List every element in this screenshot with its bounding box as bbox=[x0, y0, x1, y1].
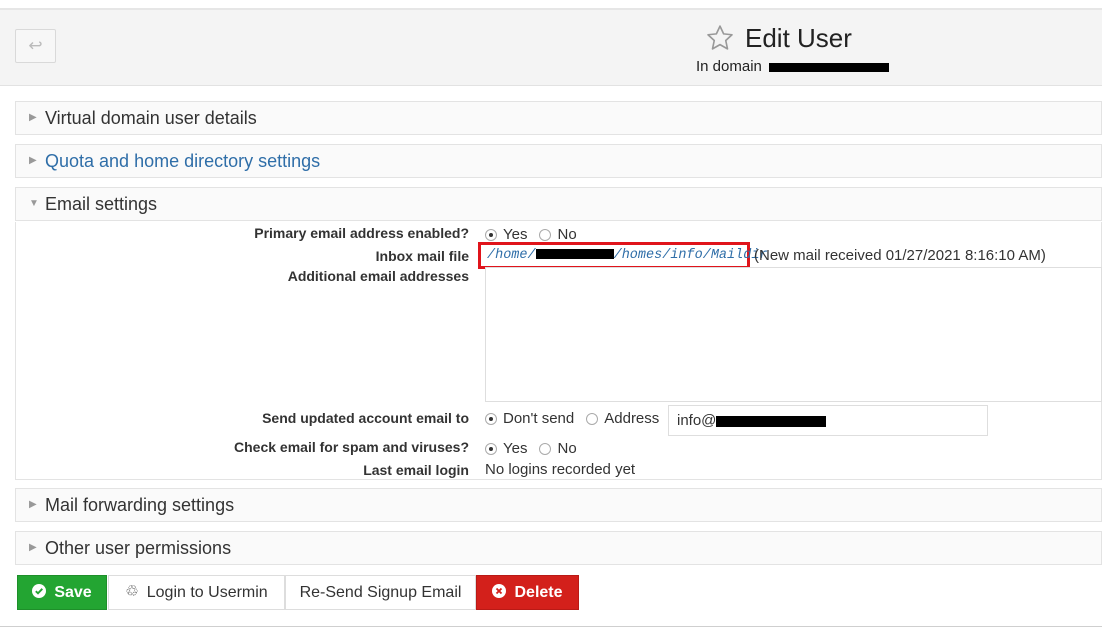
caret-down-icon: ▼ bbox=[29, 198, 39, 209]
section-other-permissions[interactable]: ▶ Other user permissions bbox=[15, 531, 1102, 565]
section-quota-settings[interactable]: ▶ Quota and home directory settings bbox=[15, 144, 1102, 178]
caret-right-icon: ▶ bbox=[29, 112, 37, 123]
address-label[interactable]: Address bbox=[604, 410, 659, 427]
primary-yes-label[interactable]: Yes bbox=[503, 226, 527, 243]
new-mail-note: (New mail received 01/27/2021 8:16:10 AM… bbox=[754, 247, 1046, 264]
section-label: Quota and home directory settings bbox=[45, 151, 321, 171]
check-circle-icon bbox=[32, 584, 47, 599]
send-email-radio-group: Don't send Address bbox=[485, 410, 671, 427]
additional-addresses-textarea[interactable] bbox=[485, 267, 1102, 402]
primary-no-label[interactable]: No bbox=[557, 226, 576, 243]
back-arrow-icon: ↩ bbox=[28, 36, 43, 55]
spam-yes-label[interactable]: Yes bbox=[503, 440, 527, 457]
spam-no-radio[interactable] bbox=[539, 442, 552, 455]
delete-button[interactable]: Delete bbox=[476, 575, 579, 610]
save-button[interactable]: Save bbox=[17, 575, 107, 610]
subtitle-prefix: In domain bbox=[696, 58, 762, 75]
dont-send-label[interactable]: Don't send bbox=[503, 410, 574, 427]
resend-label: Re-Send Signup Email bbox=[299, 584, 462, 601]
star-icon[interactable] bbox=[705, 23, 735, 53]
section-mail-forwarding[interactable]: ▶ Mail forwarding settings bbox=[15, 488, 1102, 522]
dont-send-radio[interactable] bbox=[485, 412, 497, 425]
title-wrap: Edit User bbox=[705, 22, 852, 54]
send-email-label: Send updated account email to bbox=[262, 410, 469, 426]
primary-no-radio[interactable] bbox=[539, 228, 552, 241]
spam-no-label[interactable]: No bbox=[557, 440, 576, 457]
delete-label: Delete bbox=[514, 584, 563, 601]
bottom-divider bbox=[0, 626, 1102, 627]
section-label: Virtual domain user details bbox=[45, 108, 257, 128]
save-label: Save bbox=[54, 584, 92, 601]
spam-yes-radio[interactable] bbox=[485, 442, 497, 455]
usermin-label: Login to Usermin bbox=[146, 584, 268, 601]
redacted-address bbox=[716, 415, 827, 427]
section-label: Email settings bbox=[45, 194, 158, 214]
spam-check-radio-group: Yes No bbox=[485, 440, 589, 457]
address-radio[interactable] bbox=[586, 412, 599, 425]
top-border bbox=[0, 0, 1102, 10]
section-email-settings[interactable]: ▼ Email settings bbox=[15, 187, 1102, 221]
spam-check-label: Check email for spam and viruses? bbox=[234, 439, 469, 455]
domain-subtitle: In domain bbox=[696, 58, 890, 75]
inbox-path-prefix: /home/ bbox=[487, 248, 536, 263]
times-circle-icon bbox=[492, 584, 507, 599]
address-prefix: info@ bbox=[677, 412, 717, 429]
resend-signup-email-button[interactable]: Re-Send Signup Email bbox=[285, 575, 476, 610]
caret-right-icon: ▶ bbox=[29, 155, 37, 166]
caret-right-icon: ▶ bbox=[29, 499, 37, 510]
inbox-mail-file-label: Inbox mail file bbox=[375, 248, 469, 264]
section-label: Mail forwarding settings bbox=[45, 495, 235, 515]
inbox-path-suffix: /homes/info/Maildir bbox=[613, 248, 768, 263]
back-button[interactable]: ↩ bbox=[15, 29, 56, 63]
additional-addresses-label: Additional email addresses bbox=[287, 268, 469, 284]
page-header: ↩ Edit User In domain bbox=[0, 10, 1102, 86]
last-login-value: No logins recorded yet bbox=[485, 461, 636, 478]
primary-email-radio-group: Yes No bbox=[485, 226, 589, 243]
section-label: Other user permissions bbox=[45, 538, 232, 558]
login-usermin-button[interactable]: ♲ Login to Usermin bbox=[108, 575, 285, 610]
section-virtual-domain-details[interactable]: ▶ Virtual domain user details bbox=[15, 101, 1102, 135]
address-input[interactable]: info@ bbox=[668, 405, 988, 436]
redacted-domain bbox=[769, 62, 890, 72]
primary-email-label: Primary email address enabled? bbox=[254, 225, 469, 241]
recycle-icon: ♲ bbox=[125, 582, 139, 600]
page-title: Edit User bbox=[745, 22, 852, 53]
caret-right-icon: ▶ bbox=[29, 542, 37, 553]
primary-yes-radio[interactable] bbox=[485, 228, 497, 241]
last-login-label: Last email login bbox=[363, 462, 469, 478]
redacted-path bbox=[535, 249, 614, 260]
inbox-mail-file-link[interactable]: /home/ /homes/info/Maildir bbox=[487, 248, 768, 263]
